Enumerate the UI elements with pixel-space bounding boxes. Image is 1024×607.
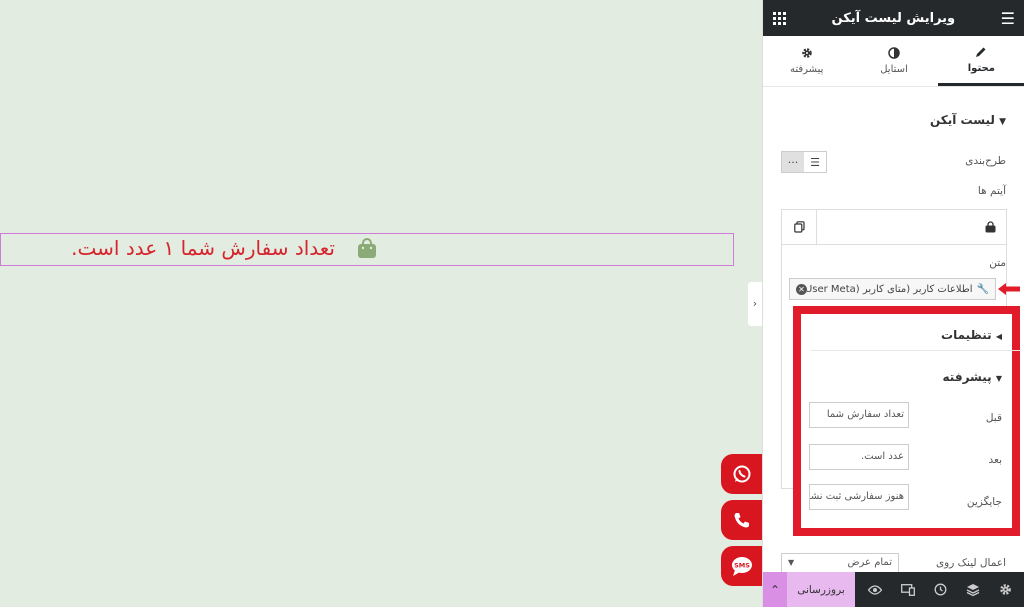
before-label: قبل (985, 412, 1002, 424)
dynamic-tag-field[interactable]: 🔧 اطلاعات کاربر (متای کاربر (User Meta..… (789, 278, 996, 300)
whatsapp-icon (733, 465, 751, 483)
section-title: لیست آیکن (929, 113, 995, 127)
shopping-bag-icon (358, 238, 376, 258)
layers-icon[interactable] (966, 583, 980, 596)
half-circle-icon (888, 47, 900, 59)
caret-down-icon: ▼ (999, 117, 1006, 127)
settings-title: تنظیمات (941, 328, 992, 342)
pencil-icon (976, 47, 986, 57)
hamburger-menu-icon[interactable]: ☰ (1001, 9, 1015, 28)
advanced-section-toggle[interactable]: ▼ پیشرفته (943, 370, 1002, 384)
dynamic-settings-popover: ◀ تنظیمات ▼ پیشرفته قبل تعداد سفارش شما … (793, 306, 1021, 536)
chevron-up-icon: ⌃ (769, 582, 781, 597)
sms-button[interactable]: SMS (721, 546, 763, 586)
phone-icon (734, 513, 749, 528)
tab-content[interactable]: محتوا (937, 36, 1024, 86)
settings-gear-icon[interactable] (999, 583, 1012, 596)
eye-icon[interactable] (868, 584, 883, 595)
panel-header: ☰ ویرایش لیست آیکن (763, 0, 1024, 36)
after-label: بعد (988, 454, 1003, 466)
save-options-button[interactable]: ⌃ (763, 572, 787, 607)
fallback-input[interactable]: هنوز سفارشی ثبت نشده (809, 484, 909, 510)
tab-advanced-label: پیشرفته (789, 64, 824, 75)
fallback-label: جایگزین (966, 496, 1002, 508)
gear-icon (801, 48, 812, 58)
wrench-icon[interactable]: 🔧 (977, 284, 989, 295)
text-label: متن (989, 257, 1006, 269)
copy-icon (793, 221, 805, 233)
chevron-down-icon: ▼ (788, 558, 795, 567)
tab-style[interactable]: استایل (850, 36, 937, 86)
repeater-item-header[interactable] (782, 210, 1006, 245)
dots-icon: ··· (787, 155, 799, 169)
shopping-bag-icon (985, 221, 996, 233)
tab-content-label: محتوا (967, 62, 995, 74)
panel-tabs: محتوا استایل پیشرفته (763, 36, 1024, 87)
panel-title: ویرایش لیست آیکن (831, 10, 956, 26)
panel-footer: ⌃ بروزرسانی (763, 572, 1024, 607)
tab-advanced[interactable]: پیشرفته (763, 36, 850, 86)
panel-collapse-toggle[interactable]: › (748, 282, 762, 326)
duplicate-item-button[interactable] (782, 210, 817, 244)
svg-text:SMS: SMS (734, 562, 750, 570)
layout-default-button[interactable]: ☰ (804, 152, 826, 172)
whatsapp-button[interactable] (721, 454, 763, 494)
preview-canvas: تعداد سفارش شما ۱ عدد است. › SMS (0, 0, 763, 607)
responsive-icon[interactable] (901, 583, 916, 596)
link-apply-value: تمام عرض (847, 557, 892, 568)
layout-label: طرح‌بندی (965, 155, 1006, 167)
divider (811, 350, 1021, 351)
dynamic-tag-label: اطلاعات کاربر (متای کاربر (User Meta... (807, 283, 973, 295)
phone-button[interactable] (721, 500, 763, 540)
tab-style-label: استایل (880, 64, 908, 75)
apps-grid-icon[interactable] (773, 11, 786, 25)
list-icon: ☰ (810, 155, 820, 169)
section-toggle-icon-list[interactable]: ▼ لیست آیکن (930, 113, 1006, 127)
link-apply-label: اعمال لینک روی (935, 557, 1006, 569)
remove-tag-icon[interactable]: ✕ (796, 283, 807, 295)
editor-panel: ☰ ویرایش لیست آیکن محتوا استایل پیشرفته … (762, 0, 1024, 607)
chevron-right-icon: › (752, 297, 758, 310)
items-label: آیتم ها (977, 185, 1006, 197)
link-apply-select[interactable]: تمام عرض ▼ (781, 553, 899, 573)
arrow-left-icon (998, 283, 1020, 295)
after-input[interactable]: عدد است. (809, 444, 909, 470)
history-icon[interactable] (934, 583, 947, 596)
advanced-title: پیشرفته (942, 370, 992, 384)
layout-toggle: ··· ☰ (781, 151, 827, 173)
update-button[interactable]: بروزرسانی (787, 572, 855, 607)
caret-left-icon: ◀ (995, 332, 1002, 341)
caret-down-icon: ▼ (995, 374, 1002, 383)
footer-tools (855, 583, 1024, 596)
before-input[interactable]: تعداد سفارش شما (809, 402, 909, 428)
sms-icon: SMS (732, 557, 752, 576)
layout-inline-button[interactable]: ··· (782, 152, 804, 172)
settings-section-toggle[interactable]: ◀ تنظیمات (941, 328, 1002, 342)
widget-text: تعداد سفارش شما ۱ عدد است. (71, 236, 335, 260)
